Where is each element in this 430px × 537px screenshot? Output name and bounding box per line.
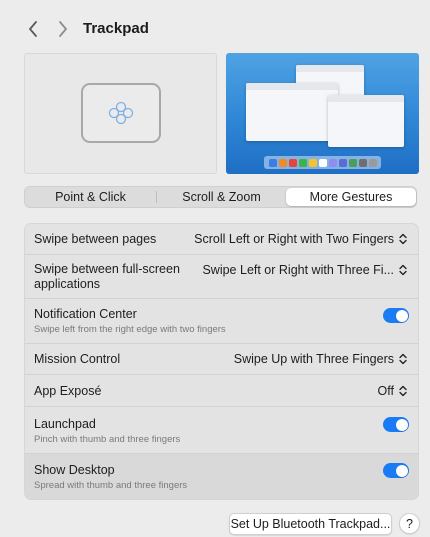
preview-dock [264, 156, 381, 169]
mission-control-label: Mission Control [34, 352, 121, 366]
chevron-up-down-icon [399, 353, 407, 365]
show-desktop-row: Show Desktop Spread with thumb and three… [25, 454, 418, 499]
swipe-pages-value: Scroll Left or Right with Two Fingers [194, 232, 394, 246]
app-expose-popup[interactable]: Off [378, 384, 408, 398]
show-desktop-label: Show Desktop [34, 463, 115, 477]
preview-window-right [328, 95, 404, 147]
gesture-preview-desktop [226, 53, 419, 174]
mission-control-popup[interactable]: Swipe Up with Three Fingers [234, 352, 408, 366]
tab-point-click[interactable]: Point & Click [25, 188, 156, 206]
chevron-up-down-icon [399, 264, 407, 276]
notification-center-row: Notification Center Swipe left from the … [25, 299, 418, 344]
swipe-fullscreen-label: Swipe between full-screen applications [34, 262, 180, 292]
swipe-pages-label: Swipe between pages [34, 232, 157, 246]
mission-control-row: Mission Control Swipe Up with Three Fing… [25, 344, 418, 375]
chevron-up-down-icon [399, 385, 407, 397]
gesture-preview-trackpad [24, 53, 217, 174]
swipe-fullscreen-label-line2: applications [34, 277, 101, 291]
toolbar: Trackpad [0, 0, 430, 52]
notification-center-description: Swipe left from the right edge with two … [34, 324, 226, 335]
launchpad-row: Launchpad Pinch with thumb and three fin… [25, 407, 418, 454]
tab-more-gestures[interactable]: More Gestures [286, 188, 416, 206]
gestures-settings-group: Swipe between pages Scroll Left or Right… [24, 223, 419, 500]
mission-control-value: Swipe Up with Three Fingers [233, 352, 394, 366]
launchpad-toggle[interactable] [383, 417, 409, 432]
swipe-fullscreen-label-line1: Swipe between full-screen [34, 262, 180, 276]
chevron-right-icon [59, 21, 67, 37]
swipe-pages-row: Swipe between pages Scroll Left or Right… [25, 224, 418, 255]
app-expose-value: Off [377, 384, 394, 398]
swipe-pages-popup[interactable]: Scroll Left or Right with Two Fingers [194, 232, 408, 246]
back-button[interactable] [24, 18, 42, 40]
show-desktop-toggle[interactable] [383, 463, 409, 478]
forward-button[interactable] [54, 18, 72, 40]
three-finger-icon [108, 101, 134, 125]
swipe-fullscreen-value: Swipe Left or Right with Three Fi... [202, 263, 394, 277]
gesture-tab-bar: Point & Click Scroll & Zoom More Gesture… [24, 186, 417, 208]
chevron-left-icon [29, 21, 37, 37]
launchpad-label: Launchpad [34, 417, 96, 431]
page-title: Trackpad [83, 20, 149, 37]
app-expose-label: App Exposé [34, 384, 102, 398]
notification-center-label: Notification Center [34, 307, 137, 321]
tab-scroll-zoom[interactable]: Scroll & Zoom [156, 188, 287, 206]
chevron-up-down-icon [399, 233, 407, 245]
launchpad-description: Pinch with thumb and three fingers [34, 434, 181, 445]
trackpad-illustration [81, 83, 161, 143]
preview-window-left [246, 83, 338, 141]
notification-center-toggle[interactable] [383, 308, 409, 323]
swipe-fullscreen-popup[interactable]: Swipe Left or Right with Three Fi... [202, 263, 408, 277]
app-expose-row: App Exposé Off [25, 375, 418, 407]
swipe-fullscreen-row: Swipe between full-screen applications S… [25, 255, 418, 299]
help-button[interactable]: ? [399, 513, 420, 534]
show-desktop-description: Spread with thumb and three fingers [34, 480, 188, 491]
setup-bluetooth-trackpad-button[interactable]: Set Up Bluetooth Trackpad... [229, 513, 392, 535]
